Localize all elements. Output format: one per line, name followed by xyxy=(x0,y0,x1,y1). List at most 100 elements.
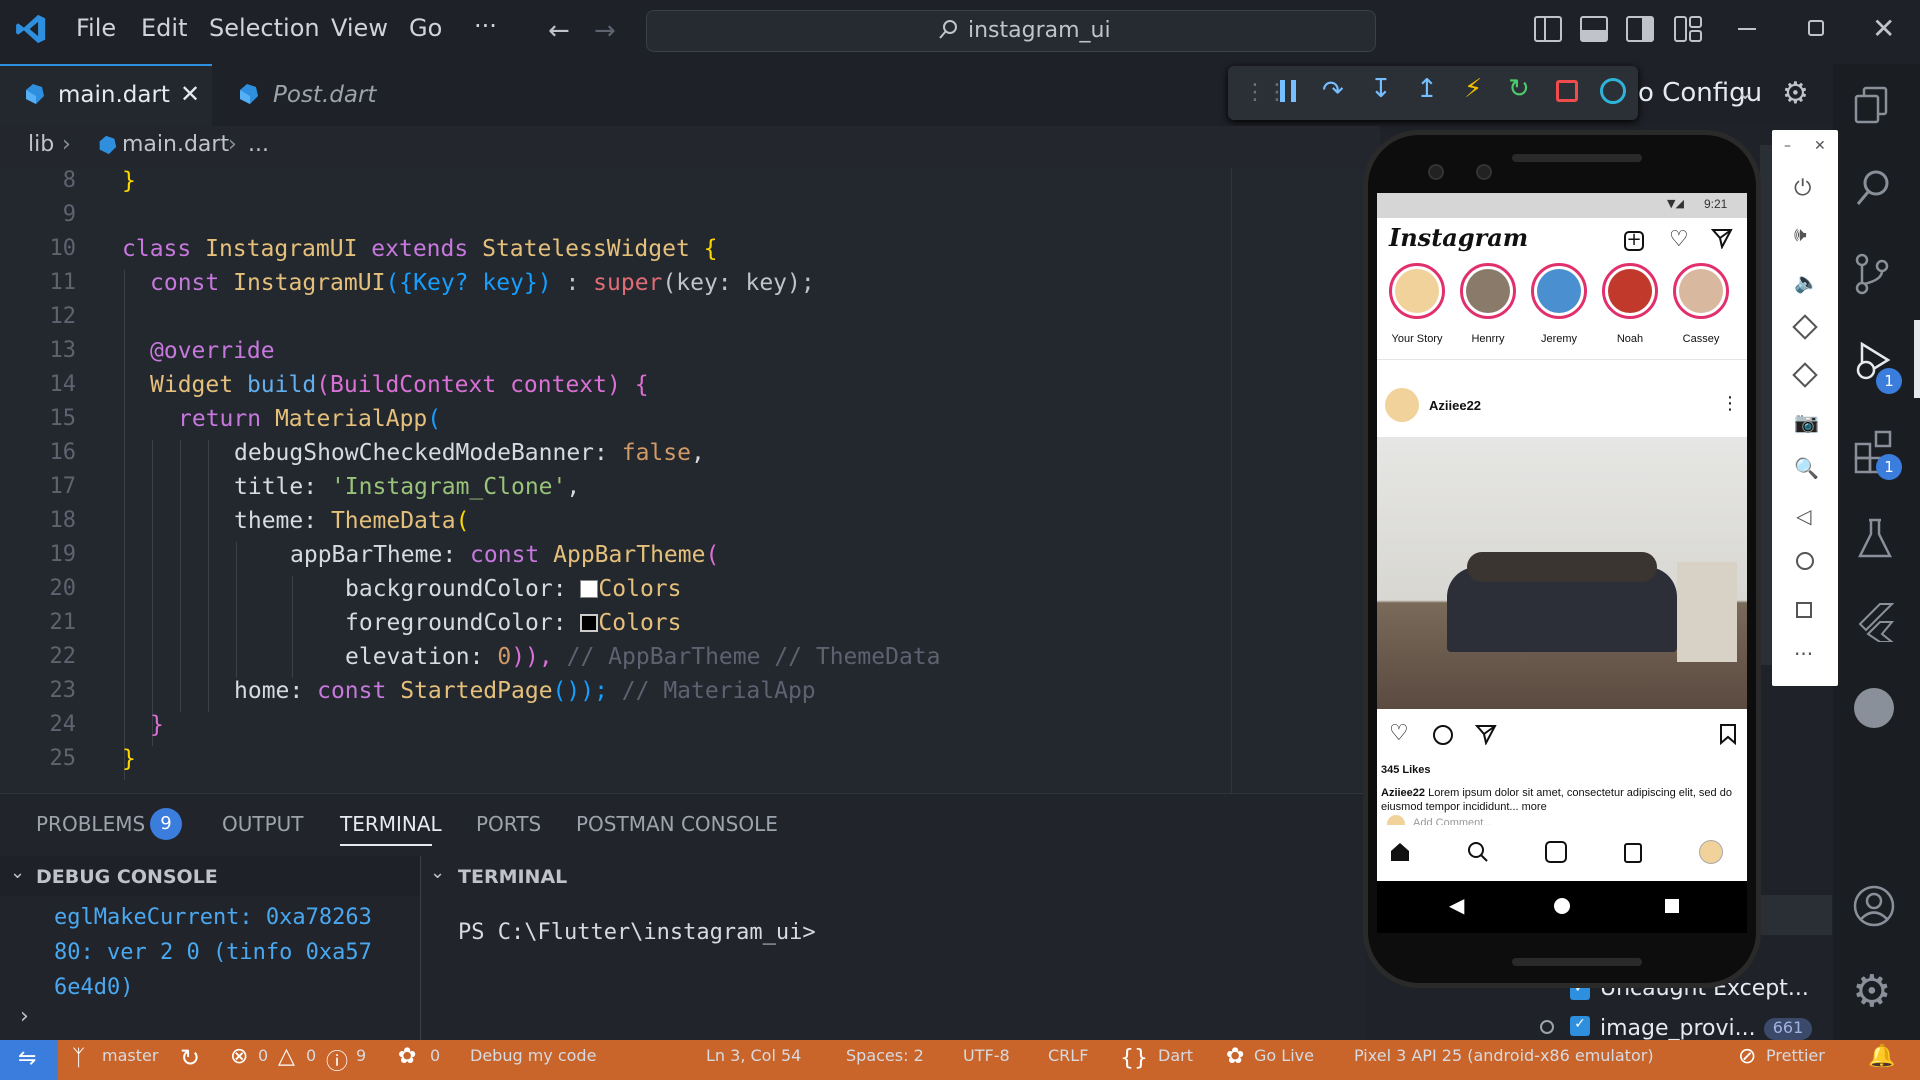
story-avatar[interactable] xyxy=(1531,263,1587,319)
menu-file[interactable]: File xyxy=(76,14,116,42)
profile-nav-icon[interactable] xyxy=(1699,840,1723,864)
error-icon[interactable]: ⊗ xyxy=(230,1044,248,1069)
more-icon[interactable]: ··· xyxy=(1794,642,1813,666)
post-more-icon[interactable]: ⋮ xyxy=(1721,393,1739,414)
volume-up-icon[interactable]: 🕪 xyxy=(1794,222,1807,246)
power-icon[interactable]: ⏻ xyxy=(1794,176,1811,201)
step-over-icon[interactable]: ↷ xyxy=(1322,76,1344,106)
menu-selection[interactable]: Selection xyxy=(209,14,320,42)
bookmark-icon[interactable] xyxy=(1719,723,1737,749)
source-control-icon[interactable] xyxy=(1854,252,1890,300)
android-home-icon[interactable] xyxy=(1554,898,1570,914)
breadcrumb-symbol[interactable]: ... xyxy=(248,132,269,157)
search-nav-icon[interactable] xyxy=(1467,841,1489,867)
forward-arrow-icon[interactable]: → xyxy=(594,16,616,46)
broadcast-icon[interactable]: ✿ xyxy=(398,1044,416,1069)
chevron-down-icon[interactable]: ⌄ xyxy=(430,862,445,883)
customize-layout-icon[interactable] xyxy=(1674,16,1702,42)
language-mode[interactable]: Dart xyxy=(1158,1046,1193,1065)
flutter-icon[interactable] xyxy=(1856,602,1895,646)
post-username[interactable]: Aziiee22 xyxy=(1429,398,1481,413)
story-avatar[interactable] xyxy=(1673,263,1729,319)
chevron-down-icon[interactable]: ⌄ xyxy=(1736,80,1754,105)
restart-icon[interactable]: ↻ xyxy=(1508,74,1530,104)
step-out-icon[interactable]: ↥ xyxy=(1416,74,1438,104)
color-swatch-white[interactable] xyxy=(580,580,599,598)
tab-problems[interactable]: PROBLEMS xyxy=(36,812,145,836)
debug-session[interactable]: Debug my code xyxy=(470,1046,596,1065)
console-prompt-icon[interactable]: › xyxy=(20,1004,29,1029)
encoding[interactable]: UTF-8 xyxy=(963,1046,1010,1065)
testing-flask-icon[interactable] xyxy=(1857,518,1893,564)
home-nav-icon[interactable] xyxy=(1389,841,1411,867)
color-swatch-black[interactable] xyxy=(580,614,599,632)
warning-icon[interactable]: △ xyxy=(278,1044,295,1069)
info-icon[interactable]: ⓘ xyxy=(326,1044,348,1076)
warning-count[interactable]: 0 xyxy=(306,1046,316,1065)
volume-down-icon[interactable]: 🔈 xyxy=(1794,270,1819,294)
info-count[interactable]: 9 xyxy=(356,1046,366,1065)
back-arrow-icon[interactable]: ← xyxy=(548,16,570,46)
close-tab-icon[interactable]: ✕ xyxy=(180,80,200,108)
cursor-position[interactable]: Ln 3, Col 54 xyxy=(706,1046,801,1065)
tab-terminal[interactable]: TERMINAL xyxy=(340,812,442,836)
story-avatar[interactable] xyxy=(1602,263,1658,319)
story-avatar[interactable] xyxy=(1389,263,1445,319)
comment-icon[interactable] xyxy=(1433,725,1453,745)
go-live-button[interactable]: Go Live xyxy=(1254,1046,1314,1065)
toggle-secondary-sidebar-icon[interactable] xyxy=(1626,16,1654,42)
search-icon[interactable] xyxy=(1854,168,1892,212)
post-image[interactable] xyxy=(1377,437,1747,709)
like-icon[interactable]: ♡ xyxy=(1389,721,1409,746)
device-selector[interactable]: Pixel 3 API 25 (android-x86 emulator) xyxy=(1354,1046,1654,1065)
add-post-icon[interactable]: + xyxy=(1624,231,1644,251)
stop-icon[interactable] xyxy=(1556,80,1578,102)
line-ending[interactable]: CRLF xyxy=(1048,1046,1088,1065)
toggle-sidebar-icon[interactable] xyxy=(1534,16,1562,42)
step-into-icon[interactable]: ↧ xyxy=(1370,74,1392,104)
post-avatar[interactable] xyxy=(1385,388,1419,422)
breadcrumb-file[interactable]: main.dart xyxy=(122,132,229,157)
account-icon[interactable] xyxy=(1852,884,1896,932)
remote-explorer-icon[interactable] xyxy=(1854,688,1894,728)
explorer-icon[interactable] xyxy=(1854,86,1888,124)
share-icon[interactable] xyxy=(1474,723,1497,749)
sync-icon[interactable]: ↻ xyxy=(180,1044,200,1072)
error-count[interactable]: 0 xyxy=(258,1046,268,1065)
terminal-title[interactable]: TERMINAL xyxy=(458,866,567,888)
code-editor[interactable]: 8 9 10 11 12 13 14 15 16 17 18 19 20 21 … xyxy=(0,168,1365,793)
breakpoint-image-provider[interactable]: image_provi... xyxy=(1600,1016,1756,1040)
branch-name[interactable]: master xyxy=(102,1046,158,1065)
menu-edit[interactable]: Edit xyxy=(141,14,187,42)
tab-output[interactable]: OUTPUT xyxy=(222,812,304,836)
devtools-icon[interactable] xyxy=(1600,78,1626,104)
pause-icon[interactable] xyxy=(1280,80,1298,102)
breadcrumb-lib[interactable]: lib xyxy=(28,132,54,157)
reels-nav-icon[interactable] xyxy=(1545,841,1567,863)
prettier-status[interactable]: Prettier xyxy=(1766,1046,1825,1065)
terminal-prompt[interactable]: PS C:\Flutter\instagram_ui> xyxy=(458,920,816,945)
checkbox-checked-icon[interactable]: ✓ xyxy=(1570,1016,1590,1036)
menu-go[interactable]: Go xyxy=(409,14,442,42)
back-icon[interactable]: ◁ xyxy=(1796,504,1811,528)
minimize-icon[interactable]: – xyxy=(1784,138,1791,154)
panel-divider[interactable] xyxy=(420,856,421,1040)
close-icon[interactable]: ✕ xyxy=(1814,138,1826,154)
restore-icon[interactable] xyxy=(1808,20,1824,36)
manage-gear-icon[interactable]: ⚙ xyxy=(1852,970,1891,1014)
menu-more[interactable]: ··· xyxy=(474,12,497,40)
tab-ports[interactable]: PORTS xyxy=(476,812,541,836)
ports-count[interactable]: 0 xyxy=(430,1046,440,1065)
minimize-icon[interactable] xyxy=(1738,28,1756,30)
toggle-panel-icon[interactable] xyxy=(1580,16,1608,42)
chevron-down-icon[interactable]: ⌄ xyxy=(10,862,25,883)
direct-message-icon[interactable] xyxy=(1710,227,1733,253)
zoom-icon[interactable]: 🔍 xyxy=(1794,456,1819,480)
tab-postman-console[interactable]: POSTMAN CONSOLE xyxy=(576,812,778,836)
camera-icon[interactable]: 📷 xyxy=(1794,410,1819,434)
heart-icon[interactable]: ♡ xyxy=(1669,227,1689,252)
android-recents-icon[interactable] xyxy=(1665,899,1679,913)
home-icon[interactable] xyxy=(1796,552,1814,570)
menu-view[interactable]: View xyxy=(331,14,388,42)
close-window-icon[interactable]: ✕ xyxy=(1872,12,1895,45)
